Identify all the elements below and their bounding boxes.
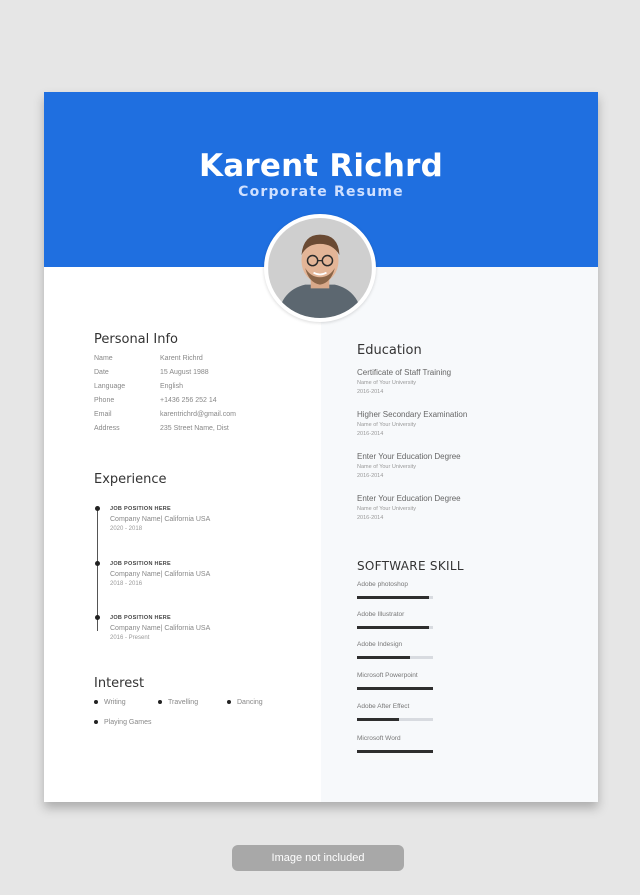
image-not-included-badge: Image not included [232, 845, 404, 871]
info-value: English [160, 383, 183, 390]
info-label: Date [94, 369, 109, 376]
education-year: 2016-2014 [357, 515, 384, 521]
timeline-line [97, 508, 98, 631]
skill-bar-fill [357, 687, 433, 690]
info-label: Language [94, 383, 126, 390]
skill-bar-fill [357, 626, 430, 629]
bullet-icon [94, 700, 98, 705]
info-value: karentrichrd@gmail.com [160, 411, 236, 418]
skill-label: Adobe photoshop [357, 581, 408, 588]
info-label: Email [94, 411, 112, 418]
info-label: Name [94, 355, 113, 362]
bullet-icon [94, 720, 98, 725]
job-company: Company Name| California USA [110, 516, 211, 523]
interest-item: Writing [94, 699, 126, 706]
skill-bar-track [357, 626, 433, 629]
education-school: Name of Your University [357, 380, 416, 386]
job-position: JOB POSITION HERE [110, 561, 172, 567]
education-school: Name of Your University [357, 464, 416, 470]
education-heading: Education [357, 343, 422, 358]
interest-label: Travelling [168, 699, 199, 706]
education-school: Name of Your University [357, 422, 416, 428]
experience-heading: Experience [94, 472, 167, 487]
person-portrait-icon [268, 218, 372, 318]
education-title: Enter Your Education Degree [357, 452, 461, 461]
skill-item: Microsoft Powerpoint [357, 672, 477, 690]
resume-subtitle: Corporate Resume [238, 184, 404, 200]
info-value: 15 August 1988 [160, 369, 209, 376]
experience-item: JOB POSITION HERE Company Name| Californ… [110, 506, 290, 532]
education-title: Higher Secondary Examination [357, 410, 468, 419]
software-skill-heading: SOFTWARE SKILL [357, 559, 464, 573]
job-years: 2016 - Present [110, 635, 150, 641]
resume-page: Karent Richrd Corporate Resume Personal … [44, 92, 598, 802]
education-item: Enter Your Education Degree Name of Your… [357, 452, 557, 479]
info-value: 235 Street Name, Dist [160, 425, 229, 432]
job-years: 2020 - 2018 [110, 526, 143, 532]
skill-bar-track [357, 656, 433, 659]
info-label: Address [94, 425, 120, 432]
skill-item: Microsoft Word [357, 735, 477, 753]
interest-item: Dancing [227, 699, 263, 706]
skill-bar-fill [357, 596, 430, 599]
job-position: JOB POSITION HERE [110, 615, 172, 621]
skill-label: Adobe After Effect [357, 703, 410, 710]
skill-label: Adobe Indesign [357, 641, 403, 648]
job-company: Company Name| California USA [110, 571, 211, 578]
resume-name: Karent Richrd [199, 148, 443, 184]
skill-bar-track [357, 687, 433, 690]
education-item: Enter Your Education Degree Name of Your… [357, 494, 557, 521]
skill-item: Adobe Illustrator [357, 611, 477, 629]
skill-item: Adobe Indesign [357, 641, 477, 659]
education-school: Name of Your University [357, 506, 416, 512]
interest-label: Playing Games [104, 719, 152, 726]
interest-label: Dancing [237, 699, 263, 706]
interest-item: Playing Games [94, 719, 151, 726]
personal-info-heading: Personal Info [94, 332, 178, 347]
skill-item: Adobe photoshop [357, 581, 477, 599]
skill-bar-fill [357, 718, 399, 721]
education-title: Enter Your Education Degree [357, 494, 461, 503]
skill-bar-fill [357, 750, 433, 753]
info-label: Phone [94, 397, 115, 404]
info-value: Karent Richrd [160, 355, 203, 362]
skill-bar-track [357, 750, 433, 753]
bullet-icon [158, 700, 162, 705]
interest-heading: Interest [94, 676, 145, 691]
timeline-dot-icon [95, 561, 100, 566]
timeline-dot-icon [95, 506, 100, 511]
timeline-dot-icon [95, 615, 100, 620]
education-title: Certificate of Staff Training [357, 368, 452, 377]
education-year: 2016-2014 [357, 389, 384, 395]
skill-item: Adobe After Effect [357, 703, 477, 721]
skill-label: Microsoft Word [357, 735, 401, 742]
info-value: +1436 256 252 14 [160, 397, 217, 404]
skill-label: Microsoft Powerpoint [357, 672, 418, 679]
interest-label: Writing [104, 699, 126, 706]
experience-item: JOB POSITION HERE Company Name| Californ… [110, 615, 290, 641]
education-year: 2016-2014 [357, 431, 384, 437]
education-year: 2016-2014 [357, 473, 384, 479]
interest-item: Travelling [158, 699, 198, 706]
bullet-icon [227, 700, 231, 705]
experience-item: JOB POSITION HERE Company Name| Californ… [110, 561, 290, 587]
education-item: Higher Secondary Examination Name of You… [357, 410, 557, 437]
job-company: Company Name| California USA [110, 625, 211, 632]
profile-photo [264, 214, 376, 322]
skill-bar-track [357, 596, 433, 599]
education-item: Certificate of Staff Training Name of Yo… [357, 368, 557, 395]
job-position: JOB POSITION HERE [110, 506, 172, 512]
skill-bar-track [357, 718, 433, 721]
job-years: 2018 - 2016 [110, 581, 143, 587]
skill-label: Adobe Illustrator [357, 611, 405, 618]
skill-bar-fill [357, 656, 411, 659]
